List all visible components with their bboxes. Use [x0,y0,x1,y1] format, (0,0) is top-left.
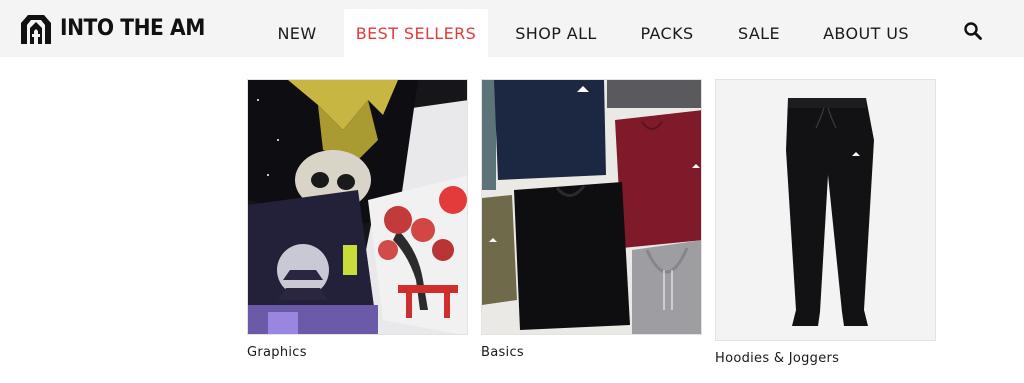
search-icon[interactable] [963,21,983,41]
category-label-graphics[interactable]: Graphics [247,345,307,360]
graphics-image [247,79,468,335]
site-header: INTO THE AM NEW BEST SELLERS SHOP ALL PA… [0,0,1024,57]
nav-item-new[interactable]: NEW [268,9,326,57]
nav-item-best-sellers[interactable]: BEST SELLERS [344,9,488,57]
brand-name: INTO THE AM [60,15,205,41]
nav-item-shop-all[interactable]: SHOP ALL [508,9,604,57]
brand-logo-icon [21,15,51,44]
category-card-hoodies-joggers[interactable] [715,79,936,341]
nav-item-sale[interactable]: SALE [732,9,786,57]
category-card-basics[interactable] [481,79,702,335]
category-label-hoodies-joggers[interactable]: Hoodies & Joggers [715,351,839,366]
basics-image [481,79,702,335]
nav-item-packs[interactable]: PACKS [632,9,702,57]
category-card-graphics[interactable] [247,79,468,335]
category-label-basics[interactable]: Basics [481,345,524,360]
hoodies-joggers-image [715,79,936,341]
brand-logo[interactable]: INTO THE AM [18,11,218,45]
nav-item-about-us[interactable]: ABOUT US [816,9,916,57]
